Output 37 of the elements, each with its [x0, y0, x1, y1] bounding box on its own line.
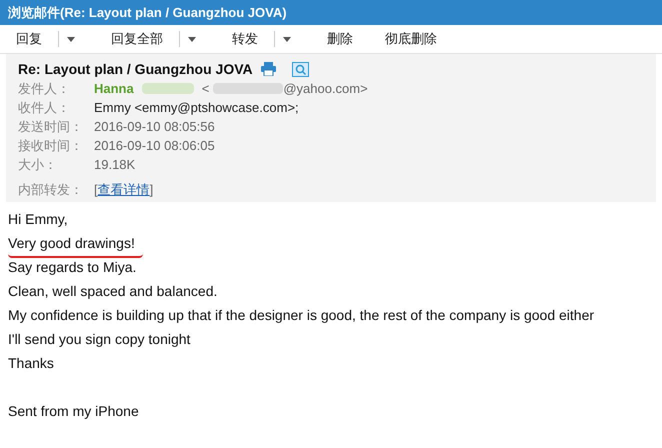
sender-address-end: @yahoo.com> [283, 80, 368, 98]
field-label: 内部转发： [18, 180, 84, 199]
subject: Re: Layout plan / Guangzhou JOVA [18, 60, 253, 79]
message-line: Hi Emmy, [8, 210, 68, 229]
toolbar-button[interactable]: 彻底删除 [381, 29, 441, 49]
field-value: 19.18K [94, 156, 136, 174]
detail-link[interactable]: 查看详情 [98, 180, 150, 200]
field-label: 接收时间： [18, 136, 84, 155]
message-line: Say regards to Miya. [8, 258, 136, 277]
toolbar-button[interactable]: 删除 [323, 29, 357, 49]
field-label: 发送时间： [18, 118, 84, 136]
field-value: 2016-09-10 08:06:05 [94, 136, 215, 155]
caret-icon[interactable] [283, 36, 291, 42]
sender-address-start: < [202, 80, 210, 98]
field-label: 大小： [18, 156, 58, 174]
magnifier-icon[interactable] [292, 62, 309, 76]
message-line: Clean, well spaced and balanced. [8, 282, 218, 301]
field-label: 发件人： [18, 80, 71, 98]
message-line: Very good drawings! [8, 232, 143, 258]
field-value: 2016-09-10 08:05:56 [94, 118, 215, 136]
bracket: [ [94, 180, 98, 199]
printer-icon[interactable] [260, 62, 276, 76]
toolbar-button[interactable]: 回复 [12, 29, 46, 49]
bracket: ] [150, 180, 154, 199]
caret-icon[interactable] [188, 36, 196, 42]
toolbar-button[interactable]: 回复全部 [107, 29, 167, 49]
sender-name: Hanna [94, 80, 134, 98]
message-line: My confidence is building up that if the designer is good, the rest of the company is good either [8, 306, 594, 325]
field-value: Emmy <emmy@ptshowcase.com>; [94, 98, 299, 117]
field-label: 收件人： [18, 98, 71, 117]
window-title: 浏览邮件(Re: Layout plan / Guangzhou JOVA) [8, 4, 287, 22]
toolbar-button[interactable]: 转发 [228, 29, 262, 49]
redaction-mark [142, 83, 194, 94]
message-line: Thanks [8, 354, 54, 372]
caret-icon[interactable] [67, 36, 75, 42]
message-line: Sent from my iPhone [8, 402, 139, 421]
message-line: I'll send you sign copy tonight [8, 330, 190, 349]
